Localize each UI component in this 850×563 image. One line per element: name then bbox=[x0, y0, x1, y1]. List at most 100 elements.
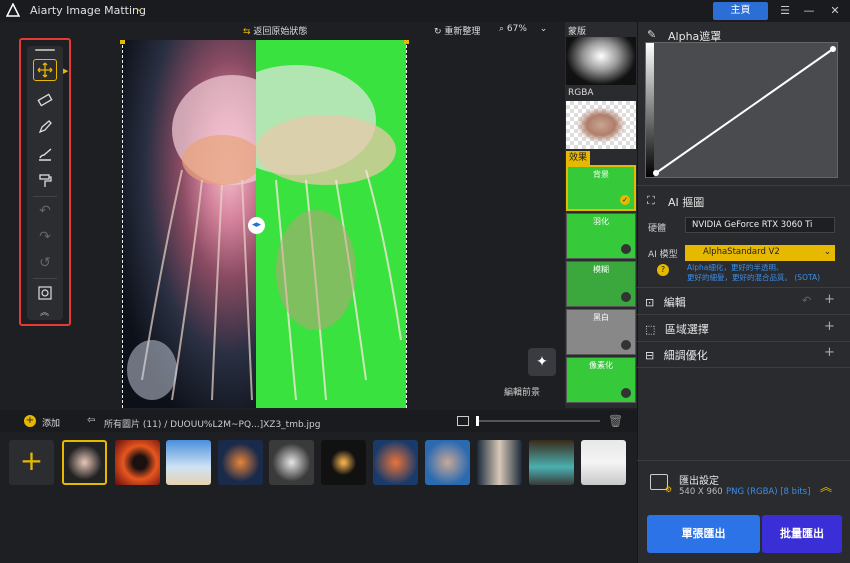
section-refine[interactable]: ⊟ 細調優化 bbox=[645, 347, 708, 363]
crop-handle-right[interactable] bbox=[404, 40, 409, 44]
mask-label: 蒙版 bbox=[568, 27, 587, 37]
hardware-select[interactable]: NVIDIA GeForce RTX 3060 Ti bbox=[685, 217, 835, 233]
section-label: 細調優化 bbox=[663, 349, 708, 362]
edit-icon: ⊡ bbox=[645, 296, 658, 309]
eraser-icon bbox=[37, 93, 53, 107]
image-thumbnail[interactable] bbox=[321, 440, 366, 485]
zoom-icon: ⌕ bbox=[499, 24, 507, 34]
image-thumbnail[interactable] bbox=[218, 440, 263, 485]
image-thumbnail[interactable] bbox=[166, 440, 211, 485]
image-thumbnail[interactable] bbox=[529, 440, 574, 485]
expand-up-icon[interactable]: ︽ bbox=[820, 478, 832, 495]
split-compare-handle[interactable]: ◂▸ bbox=[248, 217, 265, 234]
breadcrumb: 所有圖片 (11) / DUOUU%L2M~PQ...]XZ3_tmb.jpg bbox=[104, 417, 320, 430]
redo-icon: ↷ bbox=[39, 229, 51, 245]
model-select[interactable]: AlphaStandard V2 ⌄ bbox=[685, 245, 835, 261]
single-export-button[interactable]: 單張匯出 bbox=[647, 515, 760, 553]
add-icon[interactable]: + bbox=[824, 345, 835, 360]
divider bbox=[33, 196, 57, 197]
collapse-toolbox-icon[interactable]: ︽ bbox=[40, 305, 49, 318]
image-thumbnail[interactable] bbox=[115, 440, 160, 485]
add-icon[interactable]: + bbox=[824, 319, 835, 334]
radio-icon bbox=[621, 340, 631, 350]
undo-button[interactable]: ↶ bbox=[33, 200, 57, 222]
original-image bbox=[122, 40, 256, 408]
roller-tool[interactable] bbox=[33, 170, 57, 192]
reset-button[interactable]: ↻ 重新整理 bbox=[434, 24, 480, 37]
divider bbox=[33, 278, 57, 279]
image-thumbnail[interactable] bbox=[581, 440, 626, 485]
section-edit[interactable]: ⊡ 編輯 bbox=[645, 294, 686, 310]
brush-tool[interactable] bbox=[33, 116, 57, 138]
breadcrumb-separator: / bbox=[164, 420, 168, 430]
image-thumbnail[interactable] bbox=[269, 440, 314, 485]
effect-pixelate[interactable]: 像素化 bbox=[566, 357, 636, 403]
zoom-value: 67% bbox=[506, 24, 527, 34]
sparkle-icon: ✦ bbox=[536, 354, 548, 370]
mask-preview[interactable] bbox=[566, 37, 636, 85]
back-to-original-button[interactable]: ⇆ 返回原始狀態 bbox=[243, 24, 307, 37]
radio-icon bbox=[621, 292, 631, 302]
model-description: Alpha細化，更好的半透明、 更好的細髮，更好的混合品質。 (SOTA) bbox=[687, 263, 820, 283]
effects-label: 效果 bbox=[566, 151, 590, 165]
dropper-icon: ✎ bbox=[647, 28, 657, 41]
fit-view-button[interactable] bbox=[33, 282, 57, 304]
batch-export-button[interactable]: 批量匯出 bbox=[762, 515, 842, 553]
divider bbox=[637, 185, 850, 186]
slider-handle[interactable] bbox=[476, 416, 479, 426]
crop-right-edge[interactable] bbox=[406, 40, 407, 408]
edit-foreground-button[interactable]: ✦ bbox=[528, 348, 556, 376]
divider bbox=[637, 460, 850, 461]
effect-feather[interactable]: 羽化 bbox=[566, 213, 636, 259]
expand-arrow-icon[interactable]: ▶ bbox=[63, 67, 68, 75]
add-icon[interactable]: + bbox=[824, 292, 835, 307]
add-icon[interactable]: + bbox=[24, 415, 36, 427]
thumbnail-size-slider[interactable] bbox=[476, 420, 600, 422]
add-image-button[interactable]: + bbox=[9, 440, 54, 485]
matted-image bbox=[256, 40, 406, 408]
image-thumbnail[interactable] bbox=[373, 440, 418, 485]
model-desc-line1: Alpha細化，更好的半透明、 bbox=[687, 263, 784, 272]
effect-label: 羽化 bbox=[593, 217, 609, 226]
image-thumbnail[interactable] bbox=[62, 440, 107, 485]
image-thumbnail[interactable] bbox=[477, 440, 522, 485]
app-title: Aiarty Image Matting bbox=[30, 4, 146, 17]
title-dropdown-icon[interactable]: ⌄ bbox=[135, 3, 143, 14]
paint-tool[interactable] bbox=[33, 143, 57, 165]
effect-label: 模糊 bbox=[593, 265, 609, 274]
reset-label: 重新整理 bbox=[444, 27, 481, 37]
move-tool[interactable] bbox=[33, 59, 57, 81]
image-thumbnail[interactable] bbox=[425, 440, 470, 485]
home-button[interactable]: 主頁 bbox=[713, 2, 768, 20]
thumbnail-size-icon bbox=[457, 416, 469, 426]
radio-icon bbox=[621, 388, 631, 398]
trash-icon[interactable]: 🗑 bbox=[608, 414, 623, 428]
toolbox-grip[interactable] bbox=[35, 49, 55, 51]
reset-tool-button[interactable]: ↺ bbox=[33, 252, 57, 274]
crop-handle-left[interactable] bbox=[120, 40, 125, 44]
divider bbox=[637, 287, 850, 288]
crop-left-edge[interactable] bbox=[122, 40, 123, 408]
refine-icon: ⊟ bbox=[645, 349, 658, 362]
close-icon[interactable]: ✕ bbox=[825, 2, 845, 20]
breadcrumb-all[interactable]: 所有圖片 (11) bbox=[104, 420, 161, 430]
zoom-control[interactable]: ⌕ 67% ⌄ bbox=[499, 24, 547, 34]
help-icon[interactable]: ? bbox=[657, 264, 669, 276]
back-arrow-icon[interactable]: ⇦ bbox=[87, 415, 95, 426]
effect-blur[interactable]: 模糊 bbox=[566, 261, 636, 307]
rgba-preview[interactable] bbox=[566, 101, 636, 149]
alpha-curve-editor[interactable] bbox=[645, 42, 838, 178]
minimize-icon[interactable]: — bbox=[799, 2, 819, 20]
effect-grayscale[interactable]: 黑白 bbox=[566, 309, 636, 355]
redo-button[interactable]: ↷ bbox=[33, 226, 57, 248]
undo-icon[interactable]: ↶ bbox=[802, 294, 811, 307]
effect-background[interactable]: 背景 ✓ bbox=[566, 165, 636, 211]
section-region-select[interactable]: ⬚ 區域選擇 bbox=[645, 321, 709, 337]
menu-icon[interactable]: ☰ bbox=[775, 2, 795, 20]
roller-icon bbox=[39, 174, 52, 187]
model-desc-line2: 更好的細髮，更好的混合品質。 (SOTA) bbox=[687, 273, 821, 282]
add-files-button[interactable]: 添加 bbox=[42, 416, 60, 429]
eraser-tool[interactable] bbox=[33, 89, 57, 111]
refresh-icon: ↻ bbox=[434, 27, 445, 37]
divider bbox=[637, 341, 850, 342]
